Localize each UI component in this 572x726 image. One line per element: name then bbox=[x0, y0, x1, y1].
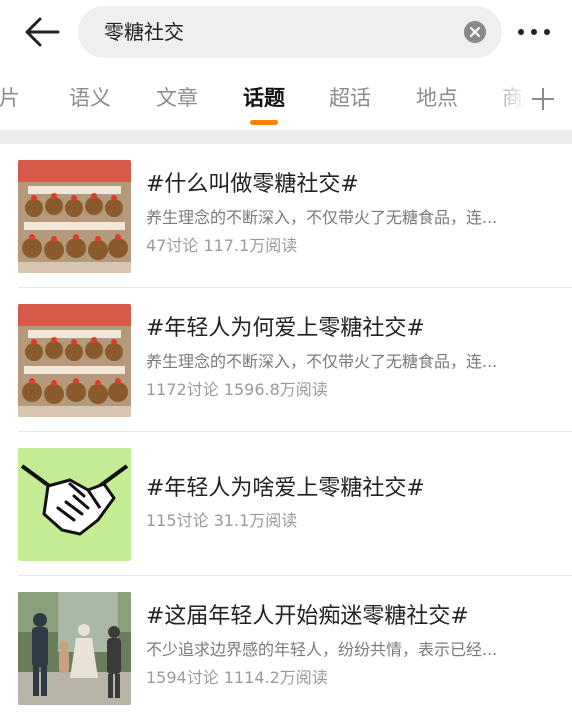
topic-title[interactable]: #年轻人为啥爱上零糖社交# bbox=[146, 474, 425, 504]
topic-item[interactable]: #年轻人为何爱上零糖社交# 养生理念的不断深入，不仅带火了无糖食品，连... 1… bbox=[0, 288, 572, 432]
topic-stats: 1594讨论 1114.2万阅读 bbox=[146, 668, 328, 687]
tab-topics[interactable]: 话题 bbox=[243, 84, 285, 112]
tab-semantic[interactable]: 语义 bbox=[69, 84, 111, 112]
more-dots-icon[interactable] bbox=[514, 22, 558, 42]
plush-toys-thumbnail bbox=[18, 304, 131, 417]
topic-description: 养生理念的不断深入，不仅带火了无糖食品，连... bbox=[146, 208, 498, 227]
tab-super-topics[interactable]: 超话 bbox=[329, 84, 371, 112]
top-bar: 零糖社交 bbox=[0, 0, 572, 64]
tab-places[interactable]: 地点 bbox=[416, 84, 458, 112]
topic-stats: 1172讨论 1596.8万阅读 bbox=[146, 380, 328, 399]
topic-item[interactable]: #年轻人为啥爱上零糖社交# 115讨论 31.1万阅读 bbox=[0, 432, 572, 576]
clear-search-icon[interactable] bbox=[464, 21, 486, 43]
search-query: 零糖社交 bbox=[104, 20, 184, 44]
topic-title[interactable]: #年轻人为何爱上零糖社交# bbox=[146, 314, 425, 344]
handshake-thumbnail bbox=[18, 448, 131, 561]
category-tabs: 图片 语义 文章 话题 超话 地点 商 bbox=[0, 64, 572, 130]
tab-images[interactable]: 图片 bbox=[0, 84, 20, 112]
plush-toys-thumbnail bbox=[18, 160, 131, 273]
tab-articles[interactable]: 文章 bbox=[156, 84, 198, 112]
topic-item[interactable]: #什么叫做零糖社交# 养生理念的不断深入，不仅带火了无糖食品，连... 47讨论… bbox=[0, 144, 572, 288]
topic-item[interactable]: #这届年轻人开始痴迷零糖社交# 不少追求边界感的年轻人，纷纷共情，表示已经...… bbox=[0, 576, 572, 720]
tabs-fade bbox=[488, 80, 528, 120]
add-tab-plus-icon[interactable] bbox=[528, 84, 558, 114]
topic-stats: 115讨论 31.1万阅读 bbox=[146, 511, 298, 530]
people-photo-thumbnail bbox=[18, 592, 131, 705]
section-divider bbox=[0, 130, 572, 144]
back-arrow-icon[interactable] bbox=[22, 14, 62, 50]
search-input[interactable]: 零糖社交 bbox=[78, 6, 502, 58]
active-tab-indicator bbox=[250, 120, 278, 125]
topic-title[interactable]: #什么叫做零糖社交# bbox=[146, 170, 359, 200]
topic-stats: 47讨论 117.1万阅读 bbox=[146, 236, 298, 255]
topic-description: 不少追求边界感的年轻人，纷纷共情，表示已经... bbox=[146, 640, 498, 659]
topic-title[interactable]: #这届年轻人开始痴迷零糖社交# bbox=[146, 602, 469, 632]
topic-description: 养生理念的不断深入，不仅带火了无糖食品，连... bbox=[146, 352, 498, 371]
